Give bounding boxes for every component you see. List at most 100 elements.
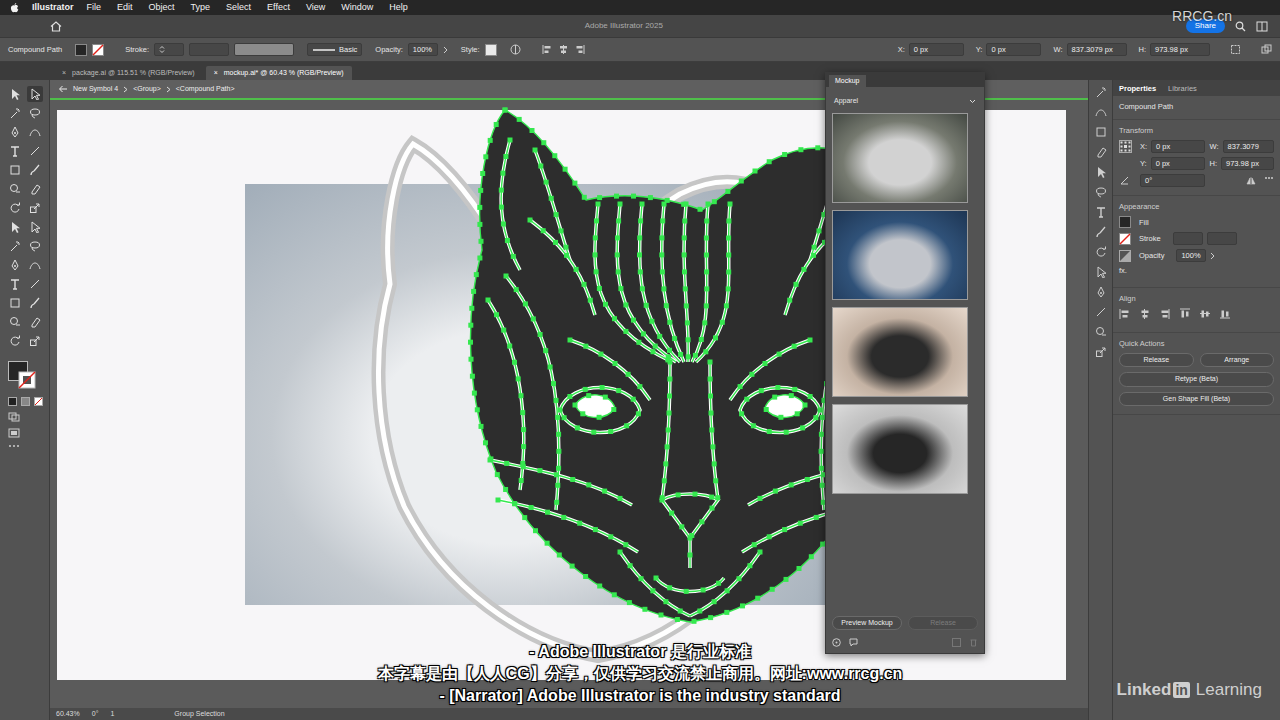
- x-field[interactable]: 0 px: [1151, 140, 1204, 153]
- mesh-tool[interactable]: [7, 257, 23, 273]
- align-left-icon[interactable]: [542, 44, 553, 55]
- variable-width-field[interactable]: [234, 43, 294, 56]
- blend-tool[interactable]: [27, 276, 43, 292]
- align-right-icon[interactable]: [574, 44, 585, 55]
- more-options-icon[interactable]: [1264, 176, 1274, 180]
- menu-item[interactable]: Type: [191, 2, 211, 13]
- y-field[interactable]: 0 px: [1151, 157, 1205, 170]
- swatches-icon[interactable]: [1095, 166, 1107, 178]
- transparency-icon[interactable]: [1095, 266, 1107, 278]
- graphic-style-swatch[interactable]: [485, 44, 497, 56]
- mockup-template-thumbnail[interactable]: [832, 404, 968, 494]
- x-field[interactable]: 0 px: [909, 43, 964, 56]
- free-transform-tool[interactable]: [27, 219, 43, 235]
- more-tools-icon[interactable]: [8, 444, 20, 448]
- mockup-template-thumbnail[interactable]: [832, 307, 968, 397]
- quick-action-button[interactable]: Release: [1119, 353, 1194, 367]
- menu-item[interactable]: Window: [341, 2, 373, 13]
- category-dropdown[interactable]: Apparel: [826, 87, 984, 111]
- draw-mode-icon[interactable]: [8, 412, 20, 422]
- quick-action-button[interactable]: Gen Shape Fill (Beta): [1119, 392, 1274, 406]
- fill-swatch[interactable]: [75, 44, 87, 56]
- artboard-number[interactable]: 1: [110, 710, 114, 718]
- help-icon[interactable]: [832, 638, 841, 647]
- document-tab[interactable]: ×package.ai @ 115.51 % (RGB/Preview): [54, 66, 203, 80]
- shape-builder-tool[interactable]: [7, 238, 23, 254]
- menu-item[interactable]: Object: [149, 2, 175, 13]
- line-segment-tool[interactable]: [27, 143, 43, 159]
- align-horizontal-center-icon[interactable]: [1139, 308, 1151, 320]
- rotate-tool[interactable]: [7, 200, 23, 216]
- curvature-tool[interactable]: [27, 124, 43, 140]
- y-field[interactable]: 0 px: [986, 43, 1041, 56]
- zoom-level[interactable]: 60.43%: [56, 710, 80, 718]
- libraries-icon[interactable]: [1095, 126, 1107, 138]
- close-tab-button[interactable]: ×: [62, 69, 66, 77]
- eraser-tool[interactable]: [27, 181, 43, 197]
- back-arrow-icon[interactable]: [58, 85, 68, 93]
- chevron-icon[interactable]: [443, 46, 448, 54]
- mockup-tab[interactable]: Mockup: [829, 75, 866, 87]
- brushes-icon[interactable]: [1095, 186, 1107, 198]
- symbol-sprayer-tool[interactable]: [7, 295, 23, 311]
- eyedropper-tool[interactable]: [7, 276, 23, 292]
- feedback-icon[interactable]: [849, 638, 858, 647]
- magic-wand-tool[interactable]: [7, 105, 23, 121]
- breadcrumb-item[interactable]: <Group>: [133, 85, 161, 93]
- isolate-icon[interactable]: [1261, 44, 1272, 55]
- app-menu[interactable]: Illustrator: [32, 2, 74, 13]
- slice-tool[interactable]: [27, 314, 43, 330]
- home-icon[interactable]: [50, 21, 62, 32]
- document-tab[interactable]: ×mockup.ai* @ 60.43 % (RGB/Preview): [206, 66, 352, 80]
- align-bottom-icon[interactable]: [1219, 308, 1231, 320]
- pen-tool[interactable]: [7, 124, 23, 140]
- layers-icon[interactable]: [1095, 106, 1107, 118]
- stroke-none-swatch[interactable]: [92, 44, 104, 56]
- gradient-icon[interactable]: [1095, 246, 1107, 258]
- color-icon[interactable]: [1095, 146, 1107, 158]
- stroke-weight-field[interactable]: [1173, 232, 1203, 245]
- arrange-documents-icon[interactable]: [1256, 21, 1268, 32]
- menu-item[interactable]: File: [87, 2, 102, 13]
- symbols-icon[interactable]: [1095, 206, 1107, 218]
- mockup-template-thumbnail[interactable]: [832, 113, 968, 203]
- align-icon[interactable]: [1095, 326, 1107, 338]
- mockup-template-thumbnail[interactable]: [832, 210, 968, 300]
- rotation-view[interactable]: 0°: [92, 710, 99, 718]
- panel-tab[interactable]: Libraries: [1168, 84, 1197, 93]
- height-field[interactable]: 973.98 px: [1221, 157, 1274, 170]
- stroke-none-swatch[interactable]: [1119, 233, 1131, 245]
- transform-icon[interactable]: [1230, 44, 1241, 55]
- apple-icon[interactable]: [10, 3, 19, 13]
- column-graph-tool[interactable]: [27, 295, 43, 311]
- perspective-grid-tool[interactable]: [27, 238, 43, 254]
- effects-button[interactable]: fx.: [1119, 266, 1127, 275]
- gradient-tool[interactable]: [27, 257, 43, 273]
- direct-selection-tool[interactable]: [27, 86, 43, 102]
- stroke-icon[interactable]: [1095, 226, 1107, 238]
- hand-tool[interactable]: [7, 333, 23, 349]
- align-top-icon[interactable]: [1179, 308, 1191, 320]
- quick-action-button[interactable]: Arrange: [1200, 353, 1275, 367]
- scale-tool[interactable]: [27, 200, 43, 216]
- width-tool[interactable]: [7, 219, 23, 235]
- menu-item[interactable]: Edit: [117, 2, 133, 13]
- search-icon[interactable]: [1235, 21, 1246, 32]
- none-mode-icon[interactable]: [34, 397, 43, 406]
- opacity-field[interactable]: 100%: [1176, 249, 1206, 262]
- align-vertical-center-icon[interactable]: [1199, 308, 1211, 320]
- height-field[interactable]: 973.98 px: [1150, 43, 1210, 56]
- rectangle-tool[interactable]: [7, 162, 23, 178]
- appearance-icon[interactable]: [1095, 286, 1107, 298]
- stroke-unit-dropdown[interactable]: [1207, 232, 1237, 245]
- zoom-tool[interactable]: [27, 333, 43, 349]
- breadcrumb-item[interactable]: <Compound Path>: [176, 85, 235, 93]
- align-center-icon[interactable]: [558, 44, 569, 55]
- align-right-icon[interactable]: [1159, 308, 1171, 320]
- fill-stroke-widget[interactable]: [8, 361, 38, 391]
- lasso-tool[interactable]: [27, 105, 43, 121]
- gradient-mode-icon[interactable]: [21, 397, 30, 406]
- properties-icon[interactable]: [1095, 86, 1107, 98]
- mockup-panel[interactable]: Mockup Apparel Preview MockupRelease: [825, 72, 985, 654]
- paintbrush-tool[interactable]: [27, 162, 43, 178]
